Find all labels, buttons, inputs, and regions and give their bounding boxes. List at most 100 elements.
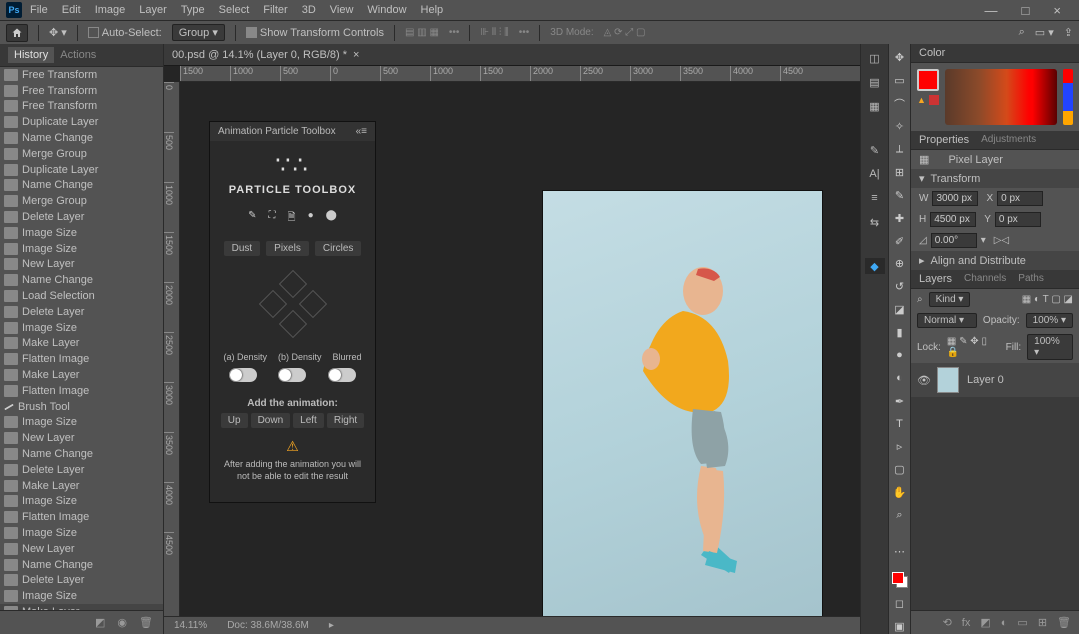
menu-image[interactable]: Image xyxy=(89,2,132,18)
dir-down[interactable] xyxy=(278,310,306,338)
history-item[interactable]: Make Layer xyxy=(0,336,163,352)
history-item[interactable]: Load Selection xyxy=(0,288,163,304)
search-icon[interactable]: ⌕ xyxy=(1019,26,1025,39)
gamut-warning-icon[interactable]: ▲ xyxy=(917,95,926,105)
anim-down-button[interactable]: Down xyxy=(251,413,291,428)
history-item[interactable]: Flatten Image xyxy=(0,351,163,367)
history-item[interactable]: New Layer xyxy=(0,541,163,557)
foreground-color[interactable] xyxy=(892,572,904,584)
history-item[interactable]: Image Size xyxy=(0,241,163,257)
lock-icons[interactable]: ▦ ✎ ✥ ▯ 🔒 xyxy=(947,336,1000,358)
lasso-tool[interactable]: ⌒ xyxy=(892,96,908,112)
ellipsis-icon[interactable]: ••• xyxy=(449,27,460,38)
history-item[interactable]: Make Layer xyxy=(0,478,163,494)
color-swatches[interactable] xyxy=(892,572,908,588)
foreground-swatch[interactable] xyxy=(917,69,939,91)
menu-layer[interactable]: Layer xyxy=(133,2,173,18)
filter-icons[interactable]: ▦ ◐ T ▢ ◪ xyxy=(1022,294,1073,305)
panel-icon[interactable]: ▦ xyxy=(865,98,885,114)
history-item[interactable]: Free Transform xyxy=(0,99,163,115)
blurred-toggle[interactable] xyxy=(328,368,356,382)
brush-tool[interactable]: ✐ xyxy=(892,233,908,249)
history-item[interactable]: Delete Layer xyxy=(0,304,163,320)
folder-icon[interactable]: ▭ xyxy=(1017,616,1027,629)
share-icon[interactable]: ⇪ xyxy=(1064,26,1073,39)
screen-mode-icon[interactable]: ▣ xyxy=(892,618,908,634)
panel-icon[interactable]: ◫ xyxy=(865,50,885,66)
blur-tool[interactable]: ● xyxy=(892,348,908,364)
home-icon[interactable] xyxy=(6,24,28,42)
path-tool[interactable]: ▹ xyxy=(892,439,908,455)
dot-large-icon[interactable]: ⬤ xyxy=(326,210,337,227)
distribute-icons[interactable]: ⊪ ⫴ ⫶ ⫼ xyxy=(480,27,508,38)
width-field[interactable] xyxy=(932,191,978,206)
dir-left[interactable] xyxy=(258,290,286,318)
frame-tool[interactable]: ⊞ xyxy=(892,165,908,181)
layer-thumbnail[interactable] xyxy=(937,367,959,393)
history-item[interactable]: New Layer xyxy=(0,430,163,446)
hue-strip[interactable] xyxy=(1063,69,1073,125)
channels-tab[interactable]: Channels xyxy=(964,273,1006,285)
menu-type[interactable]: Type xyxy=(175,2,211,18)
x-field[interactable] xyxy=(997,191,1043,206)
history-item[interactable]: Delete Layer xyxy=(0,209,163,225)
height-field[interactable] xyxy=(930,212,976,227)
move-tool-icon[interactable]: ✥ ▾ xyxy=(49,26,67,39)
align-icons[interactable]: ▤ ▥ ▦ xyxy=(405,27,439,38)
history-item[interactable]: Name Change xyxy=(0,272,163,288)
adjustments-tab[interactable]: Adjustments xyxy=(981,134,1036,146)
history-item[interactable]: Name Change xyxy=(0,178,163,194)
history-item[interactable]: Name Change xyxy=(0,557,163,573)
minimize-button[interactable]: — xyxy=(979,1,1004,20)
doc-info[interactable]: Doc: 38.6M/38.6M xyxy=(227,620,309,631)
flip-icons[interactable]: ▷◁ xyxy=(994,235,1009,246)
auto-select-check[interactable]: Auto-Select: xyxy=(88,27,162,39)
paths-tab[interactable]: Paths xyxy=(1018,273,1044,285)
history-item[interactable]: Image Size xyxy=(0,415,163,431)
layer-filter[interactable]: Kind ▾ xyxy=(929,292,971,307)
history-tab[interactable]: History xyxy=(8,47,54,63)
tab-circles[interactable]: Circles xyxy=(315,241,362,256)
panel-icon[interactable]: ▤ xyxy=(865,74,885,90)
layer-row[interactable]: 👁 Layer 0 xyxy=(911,363,1079,397)
properties-tab[interactable]: Properties xyxy=(919,134,969,146)
history-item[interactable]: Duplicate Layer xyxy=(0,162,163,178)
fx-icon[interactable]: fx xyxy=(962,617,971,629)
anim-up-button[interactable]: Up xyxy=(221,413,248,428)
show-transform-check[interactable]: Show Transform Controls xyxy=(246,27,384,39)
adjust-icon[interactable]: ◐ xyxy=(1001,617,1008,629)
history-item[interactable]: Brush Tool xyxy=(0,399,163,415)
blend-mode[interactable]: Normal ▾ xyxy=(917,313,977,328)
mask-mode-icon[interactable]: ◻ xyxy=(892,595,908,611)
panel-icon[interactable]: ✎ xyxy=(865,142,885,158)
page-icon[interactable]: 🗎 xyxy=(288,210,296,227)
close-tab-icon[interactable]: × xyxy=(353,49,359,61)
document-tab[interactable]: 00.psd @ 14.1% (Layer 0, RGB/8) * xyxy=(172,49,347,61)
fill-field[interactable]: 100% ▾ xyxy=(1027,334,1073,360)
new-layer-icon[interactable]: ⊞ xyxy=(1038,616,1047,629)
visibility-icon[interactable]: 👁 xyxy=(917,374,929,386)
zoom-level[interactable]: 14.11% xyxy=(174,620,207,631)
panel-icon[interactable]: ⇆ xyxy=(865,214,885,230)
menu-help[interactable]: Help xyxy=(415,2,450,18)
panel-icon[interactable]: ≡ xyxy=(865,190,885,206)
maximize-button[interactable]: □ xyxy=(1016,1,1036,20)
history-item[interactable]: Name Change xyxy=(0,130,163,146)
opacity-field[interactable]: 100% ▾ xyxy=(1026,313,1073,328)
angle-field[interactable] xyxy=(931,233,977,248)
hand-tool[interactable]: ✋ xyxy=(892,485,908,501)
history-item[interactable]: Make Layer xyxy=(0,367,163,383)
eraser-tool[interactable]: ◪ xyxy=(892,302,908,318)
history-item[interactable]: Free Transform xyxy=(0,67,163,83)
move-tool[interactable]: ✥ xyxy=(892,50,908,66)
dir-up[interactable] xyxy=(278,270,306,298)
mask-icon[interactable]: ◩ xyxy=(980,616,990,629)
tab-dust[interactable]: Dust xyxy=(224,241,261,256)
expand-icon[interactable]: ⛶ xyxy=(269,210,276,227)
pen-icon[interactable]: ✎ xyxy=(248,210,256,227)
history-item[interactable]: Flatten Image xyxy=(0,509,163,525)
transform-section[interactable]: ▾ Transform xyxy=(911,169,1079,188)
zoom-tool[interactable]: ⌕ xyxy=(892,508,908,524)
history-item[interactable]: Image Size xyxy=(0,525,163,541)
history-item[interactable]: Merge Group xyxy=(0,193,163,209)
